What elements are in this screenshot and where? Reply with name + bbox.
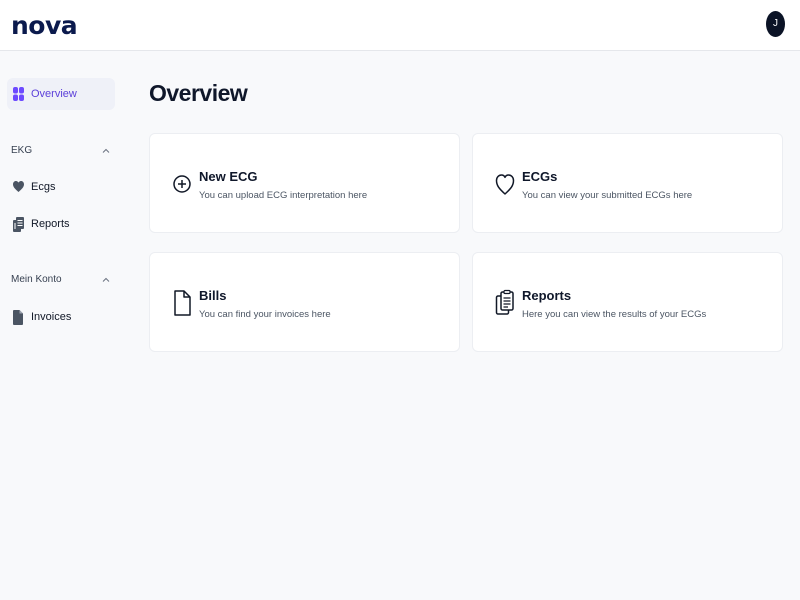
sidebar-item-overview[interactable]: Overview bbox=[7, 78, 115, 110]
chevron-up-icon[interactable] bbox=[101, 275, 111, 285]
sidebar-item-label: Ecgs bbox=[31, 181, 56, 193]
page-title: Overview bbox=[149, 80, 248, 106]
section-label-mein-konto: Mein Konto bbox=[11, 274, 62, 285]
sidebar-item-ecgs[interactable]: Ecgs bbox=[7, 171, 115, 203]
card-new-ecg[interactable]: New ECG You can upload ECG interpretatio… bbox=[149, 133, 460, 233]
plus-circle-icon bbox=[173, 175, 191, 193]
card-title: ECGs bbox=[522, 169, 558, 184]
card-description: You can find your invoices here bbox=[199, 309, 331, 320]
heart-icon bbox=[12, 179, 24, 195]
card-description: You can upload ECG interpretation here bbox=[199, 190, 368, 201]
clipboard-icon bbox=[12, 216, 24, 232]
card-title: Reports bbox=[522, 288, 572, 303]
sidebar-item-invoices[interactable]: Invoices bbox=[7, 301, 115, 333]
file-icon bbox=[174, 290, 191, 316]
card-reports[interactable]: Reports Here you can view the results of… bbox=[472, 252, 783, 352]
top-bar: nova J bbox=[0, 0, 800, 51]
card-ecgs[interactable]: ECGs You can view your submitted ECGs he… bbox=[472, 133, 783, 233]
card-description: You can view your submitted ECGs here bbox=[522, 190, 693, 201]
document-icon bbox=[12, 309, 24, 325]
card-title: New ECG bbox=[199, 169, 258, 184]
grid-icon bbox=[12, 86, 24, 102]
clipboard-outline-icon bbox=[495, 289, 514, 315]
sidebar: Overview EKG Ecgs Reports Mein Konto Inv… bbox=[0, 51, 130, 600]
card-title: Bills bbox=[199, 288, 227, 303]
card-bills[interactable]: Bills You can find your invoices here bbox=[149, 252, 460, 352]
chevron-up-icon[interactable] bbox=[101, 146, 111, 156]
sidebar-item-reports[interactable]: Reports bbox=[7, 208, 115, 240]
sidebar-item-label: Reports bbox=[31, 218, 70, 230]
section-label-ekg: EKG bbox=[11, 145, 33, 156]
app-logo[interactable]: nova bbox=[11, 11, 78, 41]
sidebar-item-label: Overview bbox=[31, 88, 77, 100]
user-avatar[interactable]: J bbox=[766, 11, 785, 37]
card-description: Here you can view the results of your EC… bbox=[522, 309, 707, 320]
sidebar-item-label: Invoices bbox=[31, 311, 72, 323]
heart-outline-icon bbox=[495, 174, 515, 195]
